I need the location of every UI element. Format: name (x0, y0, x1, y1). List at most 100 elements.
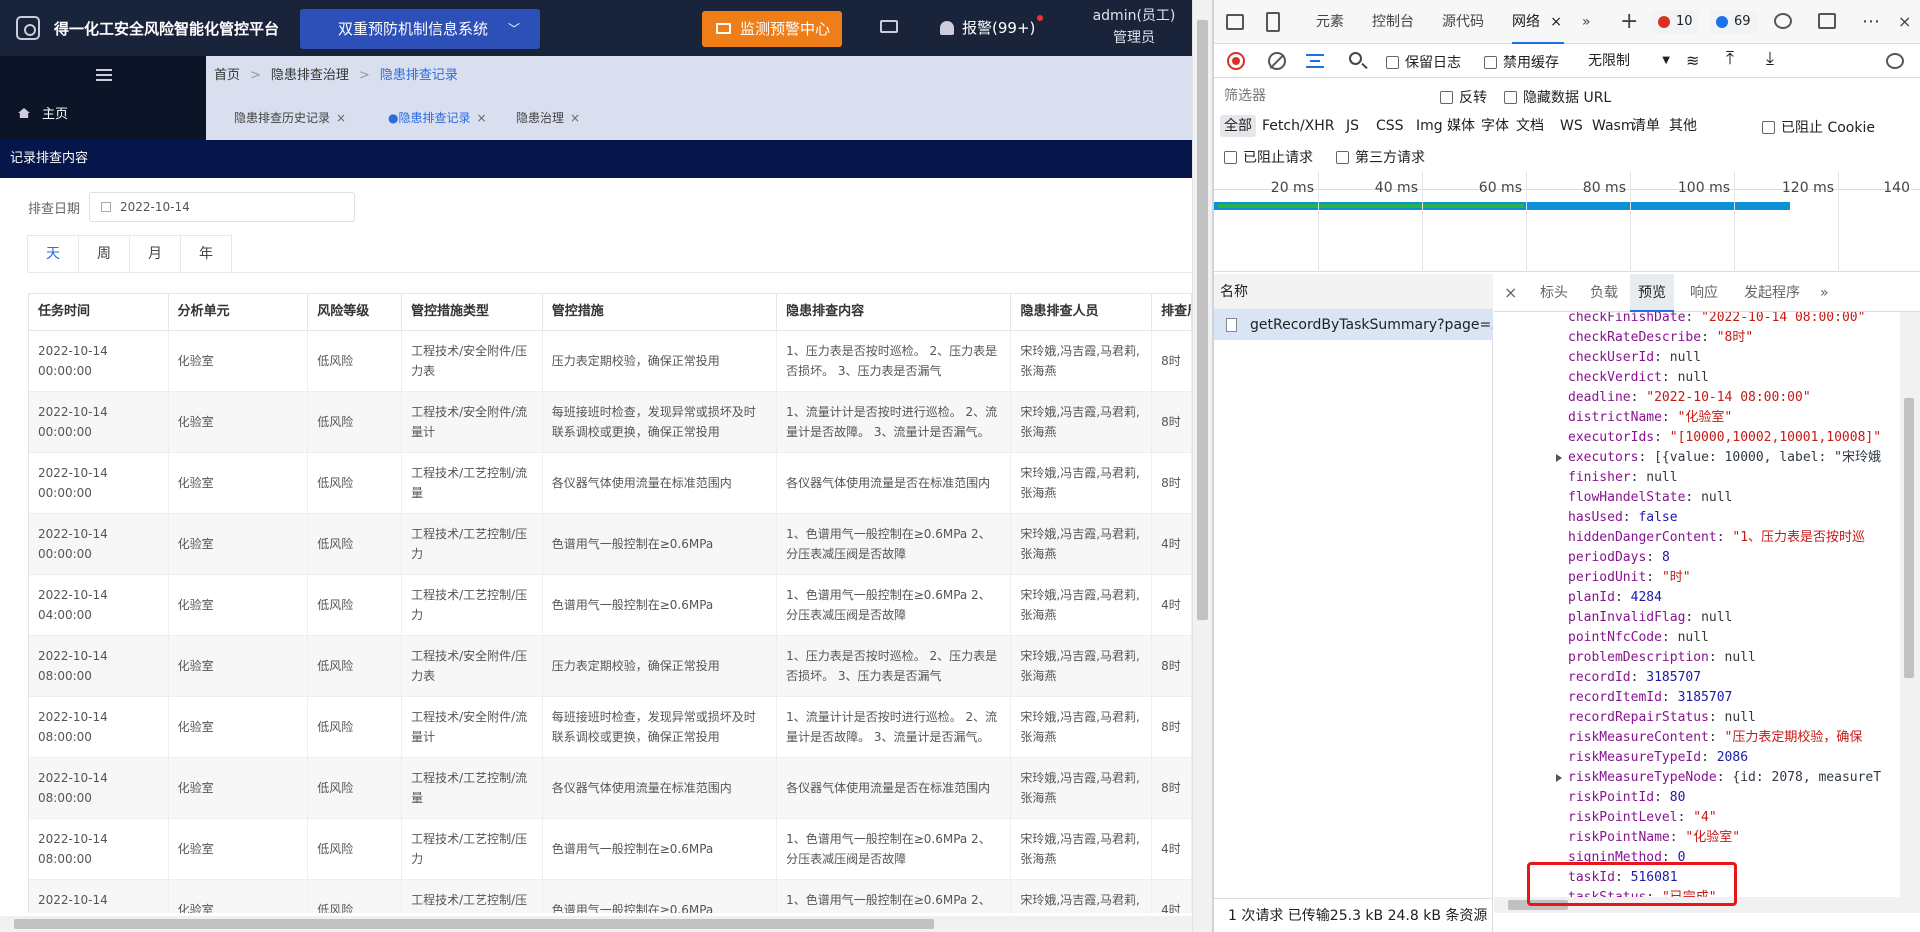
column-header[interactable]: 排查周 (1152, 294, 1192, 330)
info-count-badge[interactable]: 69 (1710, 10, 1757, 34)
checkbox[interactable] (1224, 151, 1237, 164)
search-icon[interactable] (1349, 52, 1362, 65)
json-property[interactable]: recordItemId: 3185707 (1568, 688, 1732, 708)
close-detail-icon[interactable]: × (1504, 274, 1517, 312)
json-property[interactable]: recordId: 3185707 (1568, 668, 1701, 688)
type-filter[interactable]: 其他 (1665, 115, 1701, 137)
tab-response[interactable]: 响应 (1690, 274, 1718, 312)
network-overview[interactable]: 20 ms 40 ms 60 ms 80 ms 100 ms 120 ms 140 (1214, 172, 1920, 272)
table-row[interactable]: 2022-10-14 00:00:00 化验室 低风险 工程技术/工艺控制/流量 各仪器… (29, 453, 1192, 514)
blocked-cookies-checkbox[interactable]: 已阻止 Cookie (1762, 117, 1875, 137)
scrollbar-thumb[interactable] (14, 919, 934, 929)
checkbox[interactable] (1484, 56, 1497, 69)
tab-week[interactable]: 周 (78, 235, 130, 273)
upload-icon[interactable]: ⤒ (1726, 48, 1734, 69)
clear-icon[interactable] (1268, 52, 1286, 70)
expand-triangle-icon[interactable] (1556, 774, 1562, 782)
json-property[interactable]: deadline: "2022-10-14 08:00:00" (1568, 388, 1811, 408)
filter-icon[interactable] (1306, 54, 1324, 68)
more-detail-tabs[interactable]: » (1820, 274, 1829, 312)
json-property[interactable]: planId: 4284 (1568, 588, 1662, 608)
json-property[interactable]: districtName: "化验室" (1568, 408, 1732, 428)
close-icon[interactable]: × (1550, 0, 1562, 44)
type-filter[interactable]: Img (1412, 115, 1447, 137)
tab-records[interactable]: ●隐患排查记录 × (376, 106, 499, 130)
json-property[interactable]: checkVerdict: null (1568, 368, 1709, 388)
close-icon[interactable]: × (476, 111, 486, 125)
tab-governance[interactable]: 隐患治理 × (504, 106, 592, 130)
disable-cache-checkbox[interactable]: 禁用缓存 (1484, 52, 1559, 72)
tab-month[interactable]: 月 (129, 235, 181, 273)
type-filter[interactable]: 全部 (1220, 115, 1256, 137)
more-tabs-button[interactable]: » (1582, 0, 1591, 44)
json-property[interactable]: executors: [{value: 10000, label: "宋玲娥 (1556, 448, 1881, 468)
preserve-log-checkbox[interactable]: 保留日志 (1386, 52, 1461, 72)
json-property[interactable]: flowHandelState: null (1568, 488, 1732, 508)
json-property[interactable]: checkUserId: null (1568, 348, 1701, 368)
column-header[interactable]: 管控措施 (543, 294, 778, 330)
settings-icon[interactable] (1774, 13, 1792, 29)
column-header[interactable]: 风险等级 (308, 294, 403, 330)
json-property[interactable]: finisher: null (1568, 468, 1678, 488)
json-property[interactable]: riskPointLevel: "4" (1568, 808, 1717, 828)
column-header[interactable]: 分析单元 (169, 294, 309, 330)
scrollbar-thumb[interactable] (1197, 20, 1208, 620)
keyboard-icon[interactable] (880, 20, 898, 33)
wifi-icon[interactable]: ≋ (1686, 51, 1699, 70)
column-header[interactable]: 管控措施类型 (402, 294, 543, 330)
table-row[interactable]: 2022-10-14 00:00:00 化验室 低风险 工程技术/工艺控制/压力 色谱用… (29, 514, 1192, 575)
download-icon[interactable]: ⤓ (1766, 48, 1774, 69)
add-tab-icon[interactable]: + (1620, 0, 1638, 44)
column-header[interactable]: 任务时间 (29, 294, 169, 330)
close-icon[interactable]: × (570, 111, 580, 125)
more-options-icon[interactable]: ⋯ (1862, 0, 1880, 44)
breadcrumb-item[interactable]: 隐患排查治理 (271, 68, 349, 83)
name-column-header[interactable]: 名称 (1214, 274, 1493, 310)
tab-history[interactable]: 隐患排查历史记录 × (222, 106, 358, 130)
preview-scrollbar[interactable] (1900, 312, 1920, 897)
checkbox[interactable] (1386, 56, 1399, 69)
third-party-checkbox[interactable]: 第三方请求 (1336, 147, 1425, 167)
json-property[interactable]: hasUsed: false (1568, 508, 1678, 528)
table-row[interactable]: 2022-10-14 04:00:00 化验室 低风险 工程技术/工艺控制/压力 色谱用… (29, 575, 1192, 636)
type-filter[interactable]: 文档 (1512, 115, 1548, 137)
tab-console[interactable]: 控制台 (1372, 0, 1414, 44)
user-menu[interactable]: admin(员工) 管理员 (1084, 5, 1184, 49)
tab-year[interactable]: 年 (180, 235, 232, 273)
alarm-button[interactable]: 报警(99+) (940, 15, 1044, 38)
inspect-icon[interactable] (1226, 14, 1244, 30)
json-property[interactable]: executorIds: "[10000,10002,10001,10008]" (1568, 428, 1881, 448)
table-row[interactable]: 2022-10-14 08:00:00 化验室 低风险 工程技术/工艺控制/压力 色谱用… (29, 819, 1192, 880)
date-picker[interactable]: 2022-10-14 (89, 192, 355, 222)
system-selector[interactable]: 双重预防机制信息系统 ﹀ (300, 9, 540, 49)
json-property[interactable]: checkFinishDate: "2022-10-14 08:00:00" (1568, 312, 1865, 328)
table-row[interactable]: 2022-10-14 00:00:00 化验室 低风险 工程技术/安全附件/压力表 压力… (29, 331, 1192, 392)
column-header[interactable]: 隐患排查人员 (1011, 294, 1153, 330)
checkbox[interactable] (1762, 121, 1775, 134)
type-filter[interactable]: JS (1342, 115, 1363, 137)
invert-checkbox[interactable]: 反转 (1440, 87, 1487, 107)
type-filter[interactable]: CSS (1372, 115, 1408, 137)
tab-preview[interactable]: 预览 (1630, 274, 1674, 312)
hide-data-urls-checkbox[interactable]: 隐藏数据 URL (1504, 87, 1611, 107)
json-property[interactable]: hiddenDangerContent: "1、压力表是否按时巡 (1568, 528, 1865, 548)
vertical-scrollbar[interactable] (1192, 0, 1212, 932)
json-property[interactable]: periodDays: 8 (1568, 548, 1670, 568)
column-header[interactable]: 隐患排查内容 (777, 294, 1012, 330)
type-filter[interactable]: 字体 (1477, 115, 1513, 137)
tab-day[interactable]: 天 (27, 235, 79, 273)
table-row[interactable]: 2022-10-14 08:00:00 化验室 低风险 工程技术/工艺控制/流量 各仪器… (29, 758, 1192, 819)
tab-elements[interactable]: 元素 (1316, 0, 1344, 44)
scrollbar-thumb[interactable] (1904, 398, 1914, 678)
table-row[interactable]: 2022-10-14 12:00:00 化验室 低风险 工程技术/工艺控制/压力色谱用… (29, 880, 1192, 913)
network-settings-icon[interactable] (1886, 53, 1904, 69)
close-devtools-icon[interactable]: × (1898, 0, 1911, 44)
checkbox[interactable] (1440, 91, 1453, 104)
blocked-requests-checkbox[interactable]: 已阻止请求 (1224, 147, 1313, 167)
checkbox[interactable] (1336, 151, 1349, 164)
json-property[interactable]: riskMeasureTypeId: 2086 (1568, 748, 1748, 768)
close-icon[interactable]: × (336, 111, 346, 125)
json-property[interactable]: checkRateDescribe: "8时" (1568, 328, 1753, 348)
tab-sources[interactable]: 源代码 (1442, 0, 1484, 44)
type-filter[interactable]: Fetch/XHR (1258, 115, 1339, 137)
